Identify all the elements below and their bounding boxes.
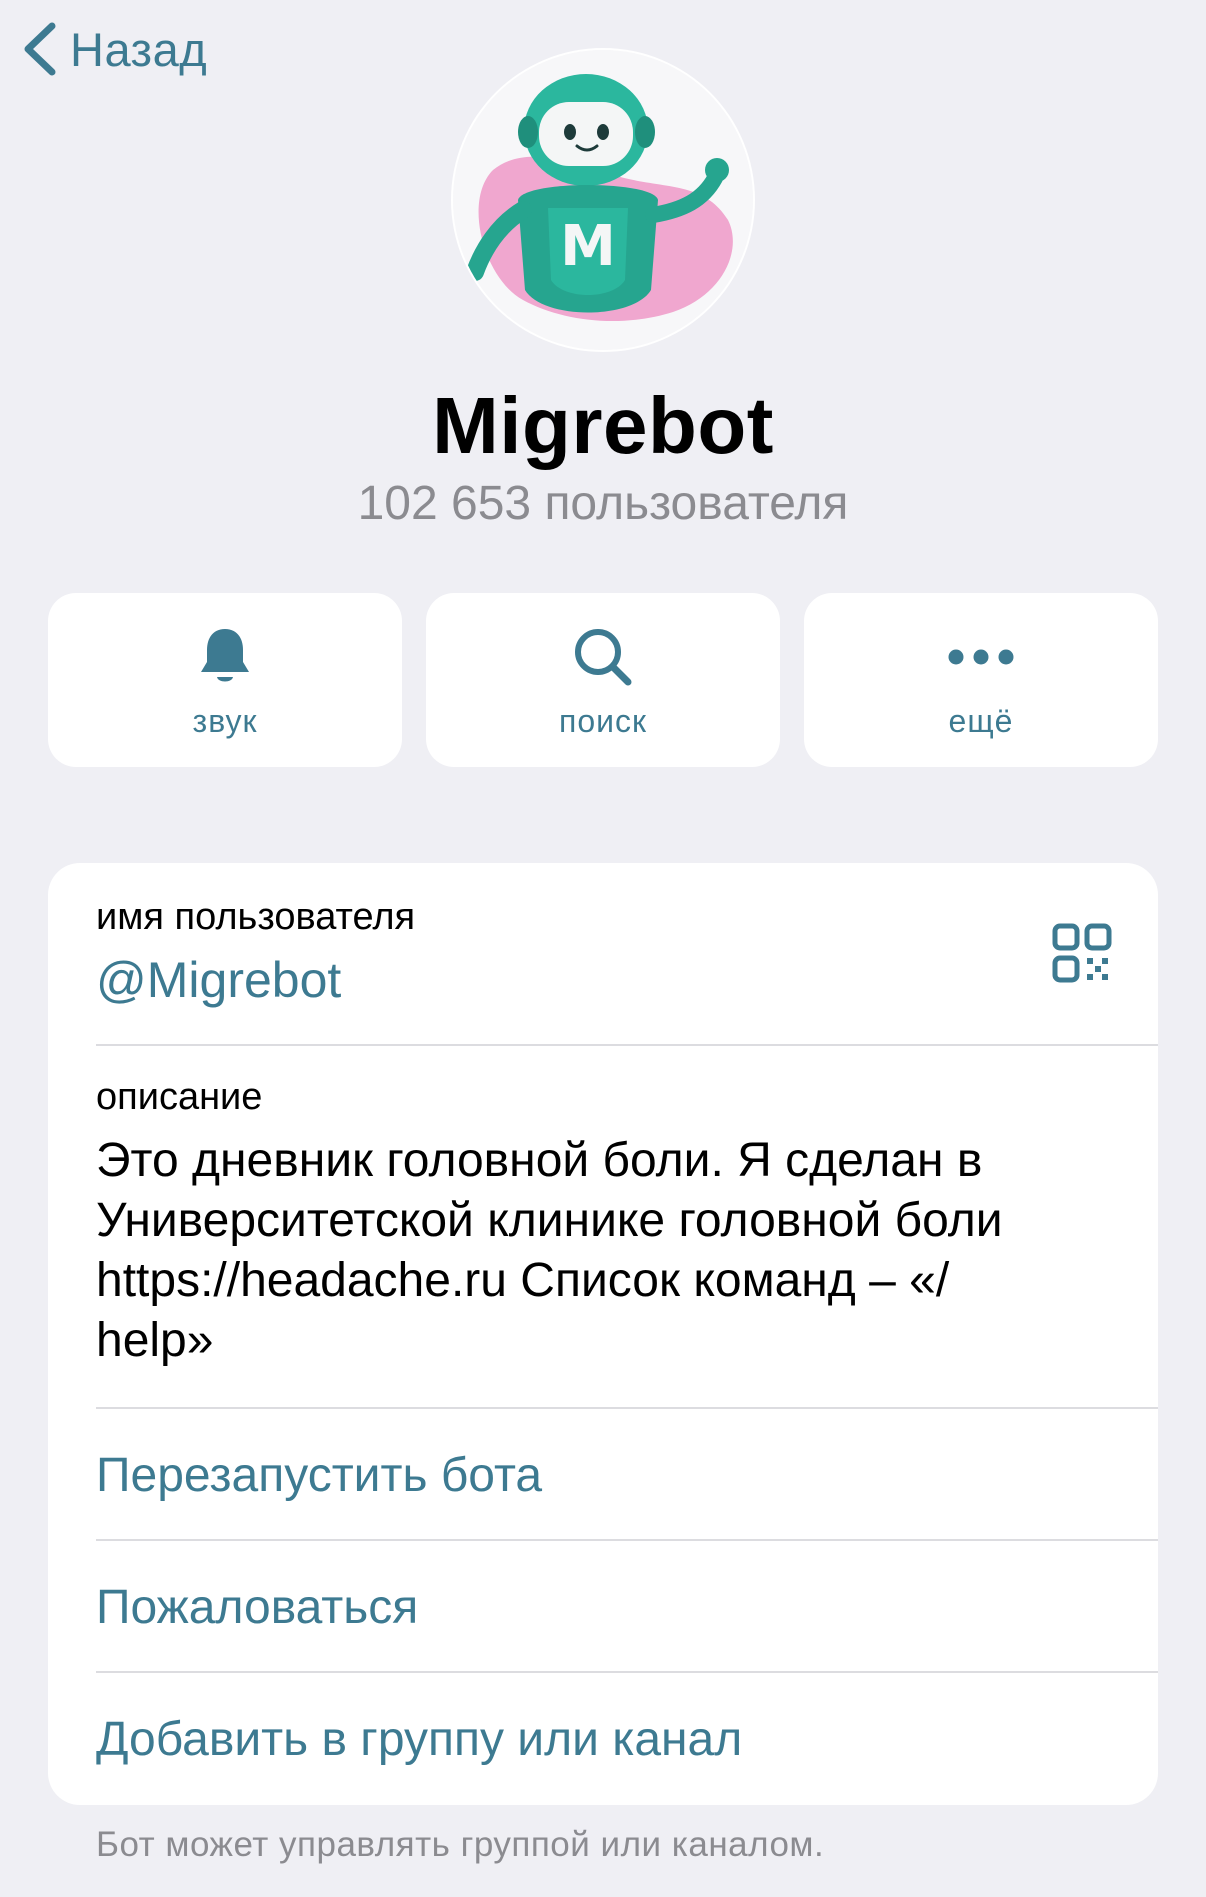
report-button[interactable]: Пожаловаться	[96, 1541, 1158, 1673]
more-button[interactable]: ещё	[804, 593, 1158, 767]
search-icon	[572, 625, 634, 689]
search-button[interactable]: поиск	[426, 593, 780, 767]
back-label: Назад	[70, 22, 208, 76]
description-text: Это дневник головной боли. Я сделан в Ун…	[96, 1131, 1116, 1371]
search-label: поиск	[559, 703, 647, 739]
add-to-group-label: Добавить в группу или канал	[96, 1712, 743, 1766]
robot-avatar: M	[453, 50, 753, 350]
back-button[interactable]: Назад	[22, 14, 207, 84]
description-line: Это дневник головной боли. Я сделан в	[96, 1134, 983, 1187]
description-line: https://headache.ru Список команд – «/	[96, 1254, 950, 1307]
report-label: Пожаловаться	[96, 1580, 419, 1634]
username-row[interactable]: имя пользователя @Migrebot	[96, 893, 1158, 1011]
sound-label: звук	[192, 703, 258, 739]
action-bar: звук поиск ещё	[48, 593, 1158, 767]
profile-avatar[interactable]: M	[453, 50, 753, 350]
restart-bot-button[interactable]: Перезапустить бота	[96, 1409, 1158, 1541]
restart-bot-label: Перезапустить бота	[96, 1448, 543, 1502]
qr-code-icon[interactable]	[1052, 923, 1112, 983]
chevron-left-icon	[22, 22, 56, 76]
profile-name: Migrebot	[432, 381, 774, 470]
bell-icon	[197, 625, 253, 689]
more-icon	[946, 625, 1016, 689]
description-line: help»	[96, 1314, 214, 1367]
description-row: описание Это дневник головной боли. Я сд…	[96, 1073, 1158, 1371]
divider	[96, 1044, 1158, 1046]
sound-button[interactable]: звук	[48, 593, 402, 767]
username-value[interactable]: @Migrebot	[96, 949, 1158, 1011]
description-line: Университетской клинике головной боли	[96, 1194, 1003, 1247]
more-label: ещё	[948, 703, 1014, 739]
description-caption: описание	[96, 1076, 263, 1118]
username-caption: имя пользователя	[96, 896, 416, 938]
info-card: имя пользователя @Migrebot описание Это …	[48, 863, 1158, 1805]
footer-note: Бот может управлять группой или каналом.	[96, 1825, 825, 1864]
add-to-group-button[interactable]: Добавить в группу или канал	[96, 1673, 1158, 1805]
svg-text:M: M	[560, 214, 616, 279]
subscriber-count: 102 653 пользователя	[357, 477, 849, 530]
